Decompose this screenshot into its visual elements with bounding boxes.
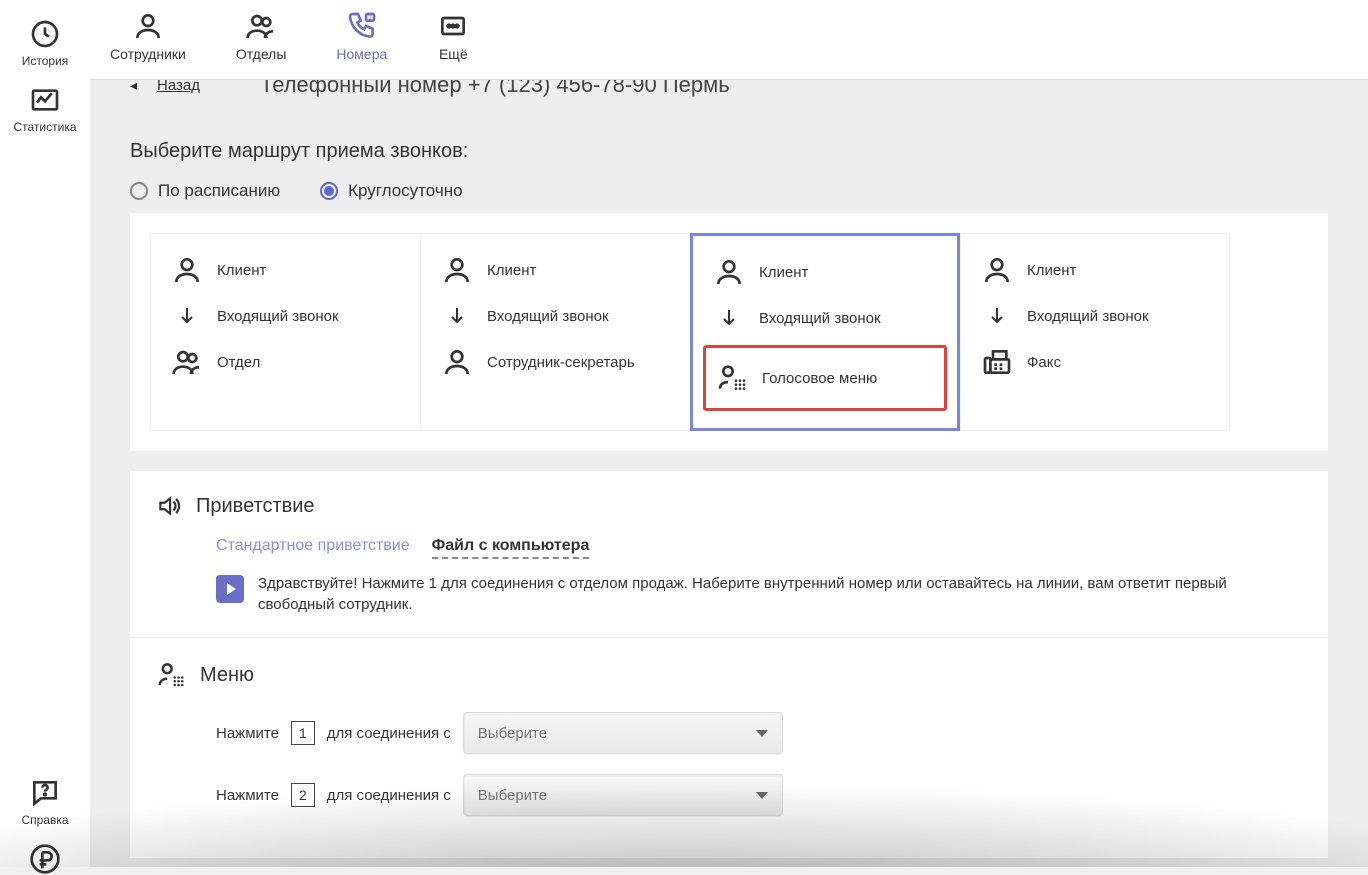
menu-select-1[interactable]: Выберите bbox=[463, 712, 783, 754]
group-icon bbox=[171, 346, 203, 378]
fax-icon bbox=[981, 346, 1013, 378]
arrow-down-icon bbox=[445, 304, 469, 328]
tab-numbers-label: Номера bbox=[336, 46, 387, 62]
route-card-fax[interactable]: Клиент Входящий звонок Факс bbox=[960, 233, 1230, 431]
tab-numbers[interactable]: 1 Номера bbox=[336, 10, 387, 62]
tab-more-label: Ещё bbox=[439, 46, 468, 62]
card-client-label: Клиент bbox=[217, 262, 266, 279]
chevron-down-icon bbox=[756, 792, 768, 799]
menu-title: Меню bbox=[200, 664, 254, 687]
person-icon bbox=[441, 346, 473, 378]
phone-title: Телефонный номер +7 (123) 456-78-90 Перм… bbox=[260, 80, 730, 98]
back-row: ◂ Назад Телефонный номер +7 (123) 456-78… bbox=[130, 80, 1328, 100]
left-sidebar: История Статистика Справка bbox=[0, 0, 90, 867]
person-icon bbox=[171, 254, 203, 286]
sidebar-item-currency[interactable] bbox=[0, 835, 90, 875]
tab-departments[interactable]: Отделы bbox=[236, 10, 287, 62]
route-mode-radios: По расписанию Круглосуточно bbox=[130, 181, 1328, 201]
menu-press-label: Нажмите bbox=[216, 787, 279, 804]
sidebar-stats-label: Статистика bbox=[13, 120, 76, 134]
clock-icon bbox=[29, 18, 61, 50]
card-incoming-label: Входящий звонок bbox=[217, 308, 339, 325]
more-icon bbox=[437, 10, 469, 42]
tab-departments-label: Отделы bbox=[236, 46, 287, 62]
back-link[interactable]: Назад bbox=[157, 80, 200, 94]
greeting-title: Приветствие bbox=[196, 495, 315, 518]
route-card-department[interactable]: Клиент Входящий звонок Отдел bbox=[150, 233, 420, 431]
menu-press-label: Нажмите bbox=[216, 725, 279, 742]
card-target-label: Голосовое меню bbox=[762, 370, 877, 387]
card-client-label: Клиент bbox=[759, 264, 808, 281]
voice-menu-icon bbox=[156, 660, 186, 690]
card-incoming-label: Входящий звонок bbox=[1027, 308, 1149, 325]
sidebar-history-label: История bbox=[22, 54, 69, 68]
sidebar-item-stats[interactable]: Статистика bbox=[0, 76, 90, 142]
greeting-text: Здравствуйте! Нажмите 1 для соединения с… bbox=[258, 573, 1302, 615]
route-section-title: Выберите маршрут приема звонков: bbox=[130, 140, 1328, 163]
menu-row-1: Нажмите 1 для соединения с Выберите bbox=[216, 712, 1302, 754]
radio-always-label: Круглосуточно bbox=[348, 181, 462, 201]
person-icon bbox=[981, 254, 1013, 286]
card-client-label: Клиент bbox=[1027, 262, 1076, 279]
card-target-label: Сотрудник-секретарь bbox=[487, 354, 635, 371]
top-tabs: Сотрудники Отделы 1 Номера Ещё bbox=[90, 0, 1368, 80]
select-placeholder: Выберите bbox=[478, 725, 547, 742]
greeting-tab-standard[interactable]: Стандартное приветствие bbox=[216, 537, 410, 559]
menu-connect-label: для соединения с bbox=[327, 725, 451, 742]
person-icon bbox=[441, 254, 473, 286]
card-client-label: Клиент bbox=[487, 262, 536, 279]
sidebar-item-history[interactable]: История bbox=[0, 10, 90, 76]
menu-key-2: 2 bbox=[291, 783, 315, 807]
route-cards-container: Клиент Входящий звонок Отдел Клиент bbox=[130, 213, 1328, 451]
card-incoming-label: Входящий звонок bbox=[759, 310, 881, 327]
radio-icon bbox=[130, 182, 148, 200]
person-icon bbox=[713, 256, 745, 288]
play-button[interactable] bbox=[216, 575, 244, 603]
route-card-secretary[interactable]: Клиент Входящий звонок Сотрудник-секрета… bbox=[420, 233, 690, 431]
menu-select-2[interactable]: Выберите bbox=[463, 774, 783, 816]
greeting-tab-file[interactable]: Файл с компьютера bbox=[432, 537, 590, 559]
menu-section: Меню Нажмите 1 для соединения с Выберите… bbox=[130, 637, 1328, 858]
radio-icon bbox=[320, 182, 338, 200]
select-placeholder: Выберите bbox=[478, 787, 547, 804]
main-content: ◂ Назад Телефонный номер +7 (123) 456-78… bbox=[90, 80, 1368, 867]
arrow-down-icon bbox=[175, 304, 199, 328]
speaker-icon bbox=[156, 493, 182, 519]
menu-connect-label: для соединения с bbox=[327, 787, 451, 804]
card-target-label: Отдел bbox=[217, 354, 260, 371]
voice-menu-icon bbox=[716, 362, 748, 394]
radio-schedule-label: По расписанию bbox=[158, 181, 280, 201]
sidebar-help-label: Справка bbox=[21, 813, 68, 827]
sidebar-item-help[interactable]: Справка bbox=[0, 769, 90, 835]
tab-more[interactable]: Ещё bbox=[437, 10, 469, 62]
chevron-down-icon bbox=[756, 730, 768, 737]
greeting-section: Приветствие Стандартное приветствие Файл… bbox=[130, 471, 1328, 637]
tab-employees[interactable]: Сотрудники bbox=[110, 10, 186, 62]
tab-employees-label: Сотрудники bbox=[110, 46, 186, 62]
card-target-label: Факс bbox=[1027, 354, 1061, 371]
phone-icon: 1 bbox=[346, 10, 378, 42]
route-card-voice-menu[interactable]: Клиент Входящий звонок Голосовое меню bbox=[690, 233, 960, 431]
radio-schedule[interactable]: По расписанию bbox=[130, 181, 280, 201]
group-icon bbox=[245, 10, 277, 42]
menu-row-2: Нажмите 2 для соединения с Выберите bbox=[216, 774, 1302, 816]
radio-always[interactable]: Круглосуточно bbox=[320, 181, 462, 201]
help-icon bbox=[29, 777, 61, 809]
svg-text:1: 1 bbox=[368, 15, 371, 21]
arrow-down-icon bbox=[717, 306, 741, 330]
arrow-down-icon bbox=[985, 304, 1009, 328]
person-icon bbox=[132, 10, 164, 42]
ruble-icon bbox=[29, 843, 61, 875]
menu-key-1: 1 bbox=[291, 721, 315, 745]
chart-icon bbox=[29, 84, 61, 116]
card-incoming-label: Входящий звонок bbox=[487, 308, 609, 325]
